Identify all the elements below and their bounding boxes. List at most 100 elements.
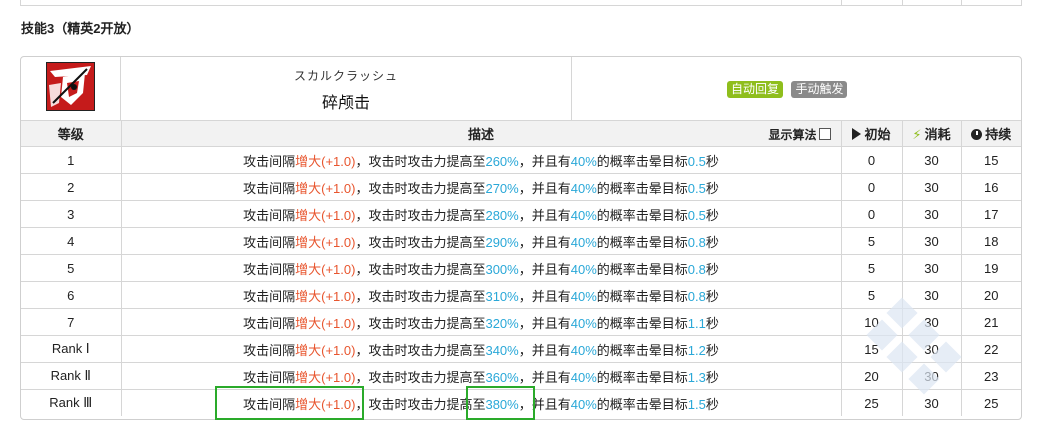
- table-header-row: 等级 描述 显示算法 初始 ⚡ 消耗 持续: [21, 121, 1021, 147]
- stun-chance-value: 40%: [570, 261, 597, 277]
- level-cell: 2: [21, 173, 122, 201]
- stun-duration-value: 1.3: [687, 369, 706, 385]
- initial-sp-cell: 5: [841, 227, 903, 255]
- show-formula-toggle[interactable]: 显示算法: [768, 126, 831, 143]
- level-cell: 7: [21, 308, 122, 336]
- description-cell: 攻击间隔增大(+1.0)，攻击时攻击力提高至280%，并且有40%的概率击晕目标…: [121, 200, 842, 228]
- level-cell: 6: [21, 281, 122, 309]
- initial-sp-header: 初始: [841, 121, 903, 147]
- attack-boost-highlight-box: [466, 386, 535, 420]
- attack-boost-value: 300%: [485, 261, 519, 277]
- skull-crush-skill-icon: [46, 62, 95, 111]
- level-cell: Rank Ⅱ: [21, 362, 122, 390]
- initial-sp-cell: 5: [841, 254, 903, 282]
- description-header-label: 描述: [467, 127, 494, 142]
- interval-change-value: 增大(+1.0): [295, 369, 356, 385]
- description-cell: 攻击间隔增大(+1.0)，攻击时攻击力提高至290%，并且有40%的概率击晕目标…: [121, 227, 842, 255]
- stun-duration-value: 1.2: [687, 342, 706, 358]
- initial-sp-cell: 15: [841, 335, 903, 363]
- attack-boost-value: 280%: [485, 207, 519, 223]
- section-title: 技能3（精英2开放）: [21, 21, 140, 36]
- description-cell: 攻击间隔增大(+1.0)，攻击时攻击力提高至310%，并且有40%的概率击晕目标…: [121, 281, 842, 309]
- table-row: Rank Ⅰ 攻击间隔增大(+1.0)，攻击时攻击力提高至340%，并且有40%的…: [21, 335, 1021, 363]
- interval-change-value: 增大(+1.0): [295, 207, 356, 223]
- duration-cell: 20: [961, 281, 1021, 309]
- skill-japanese-name: スカルクラッシュ: [293, 69, 398, 83]
- initial-sp-cell: 10: [841, 308, 903, 336]
- stun-chance-value: 40%: [570, 369, 597, 385]
- skill-header-row: スカルクラッシュ 碎颅击 自动回复 手动触发: [21, 57, 1021, 121]
- description-cell: 攻击间隔增大(+1.0)，攻击时攻击力提高至320%，并且有40%的概率击晕目标…: [121, 308, 842, 336]
- attack-boost-value: 290%: [485, 234, 519, 250]
- attack-boost-value: 310%: [485, 288, 519, 304]
- clock-icon: [971, 129, 983, 140]
- stun-chance-value: 40%: [570, 315, 597, 331]
- initial-sp-cell: 20: [841, 362, 903, 390]
- show-formula-checkbox[interactable]: [818, 128, 831, 140]
- table-row: 1 攻击间隔增大(+1.0)，攻击时攻击力提高至260%，并且有40%的概率击晕目…: [21, 146, 1021, 174]
- description-header: 描述 显示算法: [121, 121, 842, 147]
- duration-label: 持续: [985, 127, 1012, 142]
- initial-sp-cell: 0: [841, 146, 903, 174]
- skill-tags: 自动回复 手动触发: [727, 80, 851, 98]
- table-row: 7 攻击间隔增大(+1.0)，攻击时攻击力提高至320%，并且有40%的概率击晕目…: [21, 308, 1021, 336]
- initial-sp-label: 初始: [864, 127, 891, 142]
- level-cell: Rank Ⅲ: [21, 389, 122, 416]
- sp-cost-cell: 30: [902, 335, 962, 363]
- stun-chance-value: 40%: [570, 234, 597, 250]
- table-row: 5 攻击间隔增大(+1.0)，攻击时攻击力提高至300%，并且有40%的概率击晕目…: [21, 254, 1021, 282]
- interval-highlight-box: [215, 386, 364, 420]
- attack-boost-value: 270%: [485, 180, 519, 196]
- attack-boost-value: 360%: [485, 369, 519, 385]
- stun-duration-value: 0.8: [687, 261, 706, 277]
- sp-cost-cell: 30: [902, 281, 962, 309]
- skill-name-cell: スカルクラッシュ 碎颅击: [121, 57, 572, 120]
- stun-duration-value: 0.5: [687, 153, 706, 169]
- description-cell: 攻击间隔增大(+1.0)，攻击时攻击力提高至300%，并且有40%的概率击晕目标…: [121, 254, 842, 282]
- sp-cost-cell: 30: [902, 173, 962, 201]
- level-cell: 5: [21, 254, 122, 282]
- initial-sp-cell: 0: [841, 200, 903, 228]
- sp-cost-cell: 30: [902, 308, 962, 336]
- sp-cost-header: ⚡ 消耗: [902, 121, 962, 147]
- interval-change-value: 增大(+1.0): [295, 261, 356, 277]
- initial-sp-cell: 5: [841, 281, 903, 309]
- stun-duration-value: 0.8: [687, 234, 706, 250]
- stun-chance-value: 40%: [570, 180, 597, 196]
- stun-duration-value: 0.5: [687, 207, 706, 223]
- play-icon: [852, 128, 862, 140]
- interval-change-value: 增大(+1.0): [295, 180, 356, 196]
- manual-trigger-tag: 手动触发: [791, 81, 848, 98]
- initial-sp-cell: 25: [841, 389, 903, 416]
- stun-chance-value: 40%: [570, 342, 597, 358]
- description-cell: 攻击间隔增大(+1.0)，攻击时攻击力提高至260%，并且有40%的概率击晕目标…: [121, 146, 842, 174]
- description-cell: 攻击间隔增大(+1.0)，攻击时攻击力提高至340%，并且有40%的概率击晕目标…: [121, 335, 842, 363]
- level-header: 等级: [21, 121, 122, 147]
- stun-chance-value: 40%: [570, 207, 597, 223]
- interval-change-value: 增大(+1.0): [295, 315, 356, 331]
- initial-sp-cell: 0: [841, 173, 903, 201]
- attack-boost-value: 260%: [485, 153, 519, 169]
- table-row: 4 攻击间隔增大(+1.0)，攻击时攻击力提高至290%，并且有40%的概率击晕目…: [21, 227, 1021, 255]
- duration-cell: 19: [961, 254, 1021, 282]
- duration-header: 持续: [961, 121, 1021, 147]
- sp-cost-cell: 30: [902, 146, 962, 174]
- duration-cell: 25: [984, 395, 999, 411]
- level-cell: 4: [21, 227, 122, 255]
- attack-boost-value: 340%: [485, 342, 519, 358]
- duration-cell: 15: [961, 146, 1021, 174]
- sp-cost-cell: 30: [902, 254, 962, 282]
- lightning-icon: ⚡: [912, 127, 922, 142]
- duration-cell: 22: [961, 335, 1021, 363]
- previous-skill-table-bottom: [20, 0, 1022, 6]
- table-row: 2 攻击间隔增大(+1.0)，攻击时攻击力提高至270%，并且有40%的概率击晕目…: [21, 173, 1021, 201]
- level-cell: 1: [21, 146, 122, 174]
- stun-chance-value: 40%: [570, 396, 597, 412]
- interval-change-value: 增大(+1.0): [295, 342, 356, 358]
- skill-chinese-name: 碎颅击: [321, 95, 370, 112]
- show-formula-label: 显示算法: [768, 128, 817, 142]
- stun-chance-value: 40%: [570, 288, 597, 304]
- level-cell: Rank Ⅰ: [21, 335, 122, 363]
- duration-cell: 21: [961, 308, 1021, 336]
- duration-cell: 18: [961, 227, 1021, 255]
